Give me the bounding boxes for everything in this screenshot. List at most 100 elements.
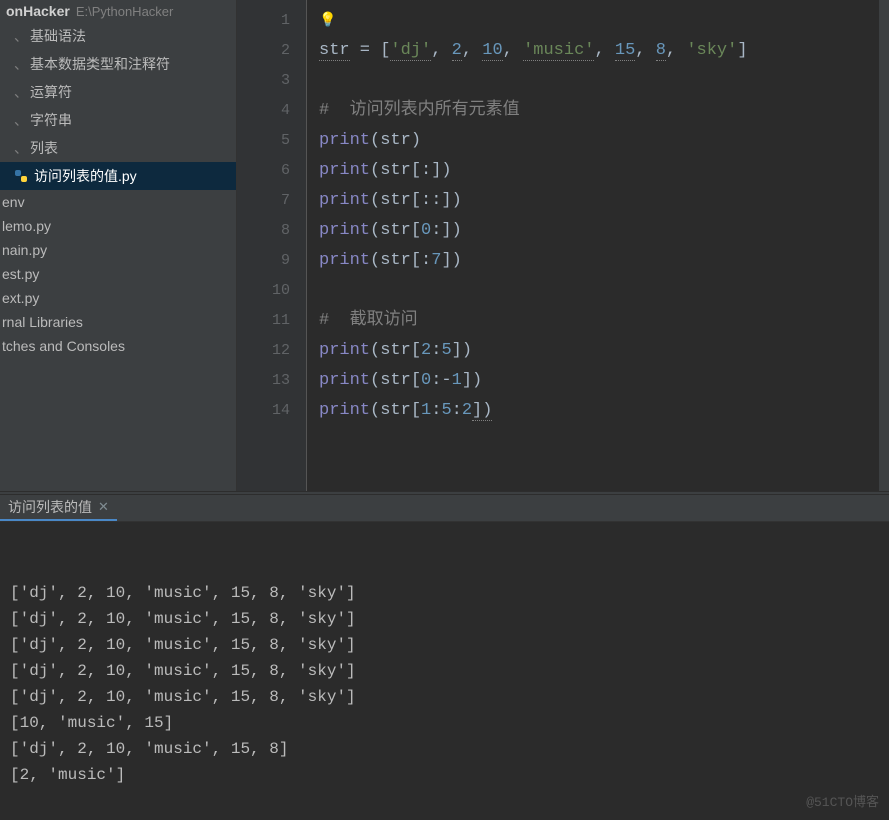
line-number: 2 bbox=[243, 36, 290, 66]
sidebar-item-label: est.py bbox=[2, 266, 39, 282]
sidebar-item-11[interactable]: rnal Libraries bbox=[0, 310, 236, 334]
code-line-5[interactable]: print(str) bbox=[319, 126, 877, 156]
code-line-2[interactable]: str = ['dj', 2, 10, 'music', 15, 8, 'sky… bbox=[319, 36, 877, 66]
token-op: ]) bbox=[472, 401, 492, 421]
token-op: ( bbox=[370, 341, 380, 360]
sidebar-item-label: 访问列表的值.py bbox=[34, 166, 137, 186]
console-tab[interactable]: 访问列表的值 ✕ bbox=[0, 495, 117, 521]
token-com: # 截取访问 bbox=[319, 311, 418, 330]
sidebar-item-label: 运算符 bbox=[30, 82, 72, 102]
token-var: str bbox=[380, 341, 411, 360]
close-icon[interactable]: ✕ bbox=[98, 499, 109, 515]
code-line-4[interactable]: # 访问列表内所有元素值 bbox=[319, 96, 877, 126]
console-line-0: ['dj', 2, 10, 'music', 15, 8, 'sky'] bbox=[10, 580, 879, 606]
sidebar-item-0[interactable]: 、基础语法 bbox=[0, 22, 236, 50]
tree-bullet: 、 bbox=[14, 54, 24, 74]
console-line-6: ['dj', 2, 10, 'music', 15, 8] bbox=[10, 736, 879, 762]
token-op: , bbox=[635, 41, 655, 60]
code-line-3[interactable] bbox=[319, 66, 877, 96]
sidebar-item-5[interactable]: 访问列表的值.py bbox=[0, 162, 236, 190]
sidebar-item-label: nain.py bbox=[2, 242, 47, 258]
line-number: 4 bbox=[243, 96, 290, 126]
project-header[interactable]: onHacker E:\PythonHacker bbox=[0, 0, 236, 22]
token-op: ) bbox=[411, 131, 421, 150]
token-str: 'music' bbox=[523, 41, 594, 61]
token-op: [ bbox=[411, 221, 421, 240]
token-num: 5 bbox=[441, 341, 451, 360]
token-num: 2 bbox=[421, 341, 431, 360]
project-name: onHacker bbox=[6, 3, 70, 19]
token-op: ]) bbox=[441, 251, 461, 270]
lightbulb-icon: 💡 bbox=[319, 13, 336, 29]
code-line-9[interactable]: print(str[:7]) bbox=[319, 246, 877, 276]
sidebar-item-1[interactable]: 、基本数据类型和注释符 bbox=[0, 50, 236, 78]
sidebar-item-10[interactable]: ext.py bbox=[0, 286, 236, 310]
tree-bullet: 、 bbox=[14, 138, 24, 158]
token-op: ( bbox=[370, 161, 380, 180]
code-area[interactable]: 💡 str = ['dj', 2, 10, 'music', 15, 8, 'sk… bbox=[307, 0, 889, 491]
sidebar-item-2[interactable]: 、运算符 bbox=[0, 78, 236, 106]
sidebar-item-3[interactable]: 、字符串 bbox=[0, 106, 236, 134]
console-line-4: ['dj', 2, 10, 'music', 15, 8, 'sky'] bbox=[10, 684, 879, 710]
sidebar-item-7[interactable]: lemo.py bbox=[0, 214, 236, 238]
sidebar-item-8[interactable]: nain.py bbox=[0, 238, 236, 262]
token-var: str bbox=[380, 371, 411, 390]
line-number: 3 bbox=[243, 66, 290, 96]
token-op: ]) bbox=[462, 371, 482, 390]
token-num: 10 bbox=[482, 41, 502, 61]
token-op: , bbox=[666, 41, 686, 60]
token-op: ( bbox=[370, 191, 380, 210]
console-line-5: [10, 'music', 15] bbox=[10, 710, 879, 736]
sidebar-item-label: 字符串 bbox=[30, 110, 72, 130]
sidebar-item-6[interactable]: env bbox=[0, 190, 236, 214]
line-number-gutter: 1234567891011121314 bbox=[237, 0, 307, 491]
console-tab-bar: 访问列表的值 ✕ bbox=[0, 495, 889, 522]
token-op: : bbox=[431, 341, 441, 360]
line-number: 13 bbox=[243, 366, 290, 396]
sidebar-item-12[interactable]: tches and Consoles bbox=[0, 334, 236, 358]
sidebar-item-label: tches and Consoles bbox=[2, 338, 125, 354]
console-line-2: ['dj', 2, 10, 'music', 15, 8, 'sky'] bbox=[10, 632, 879, 658]
code-line-1[interactable]: 💡 bbox=[319, 6, 877, 36]
token-num: 2 bbox=[452, 41, 462, 61]
token-bi: print bbox=[319, 191, 370, 210]
token-num: 8 bbox=[656, 41, 666, 61]
code-line-14[interactable]: print(str[1:5:2]) bbox=[319, 396, 877, 426]
code-line-11[interactable]: # 截取访问 bbox=[319, 306, 877, 336]
code-editor[interactable]: 1234567891011121314 💡str = ['dj', 2, 10,… bbox=[237, 0, 889, 491]
token-var: str bbox=[380, 221, 411, 240]
code-line-12[interactable]: print(str[2:5]) bbox=[319, 336, 877, 366]
token-op: , bbox=[462, 41, 482, 60]
token-op: [::]) bbox=[411, 191, 462, 210]
console-output[interactable]: ['dj', 2, 10, 'music', 15, 8, 'sky']['dj… bbox=[0, 522, 889, 820]
token-op: ( bbox=[370, 251, 380, 270]
token-bi: print bbox=[319, 161, 370, 180]
token-com: # 访问列表内所有元素值 bbox=[319, 101, 520, 120]
line-number: 12 bbox=[243, 336, 290, 366]
python-file-icon bbox=[14, 169, 28, 183]
code-line-8[interactable]: print(str[0:]) bbox=[319, 216, 877, 246]
token-bi: print bbox=[319, 251, 370, 270]
console-tab-title: 访问列表的值 bbox=[8, 497, 92, 517]
token-op: [ bbox=[411, 401, 421, 420]
token-num: 2 bbox=[462, 401, 472, 420]
sidebar-item-9[interactable]: est.py bbox=[0, 262, 236, 286]
console-line-3: ['dj', 2, 10, 'music', 15, 8, 'sky'] bbox=[10, 658, 879, 684]
sidebar-item-label: 列表 bbox=[30, 138, 58, 158]
code-line-10[interactable] bbox=[319, 276, 877, 306]
console-line-1: ['dj', 2, 10, 'music', 15, 8, 'sky'] bbox=[10, 606, 879, 632]
token-var: str bbox=[319, 41, 350, 61]
line-number: 7 bbox=[243, 186, 290, 216]
sidebar-item-4[interactable]: 、列表 bbox=[0, 134, 236, 162]
line-number: 1 bbox=[243, 6, 290, 36]
token-bi: print bbox=[319, 371, 370, 390]
token-op: [ bbox=[411, 341, 421, 360]
editor-right-strip bbox=[879, 0, 889, 491]
code-line-13[interactable]: print(str[0:-1]) bbox=[319, 366, 877, 396]
token-var: str bbox=[380, 161, 411, 180]
sidebar-item-label: env bbox=[2, 194, 25, 210]
token-op: :]) bbox=[431, 221, 462, 240]
project-path: E:\PythonHacker bbox=[76, 4, 174, 19]
code-line-6[interactable]: print(str[:]) bbox=[319, 156, 877, 186]
code-line-7[interactable]: print(str[::]) bbox=[319, 186, 877, 216]
